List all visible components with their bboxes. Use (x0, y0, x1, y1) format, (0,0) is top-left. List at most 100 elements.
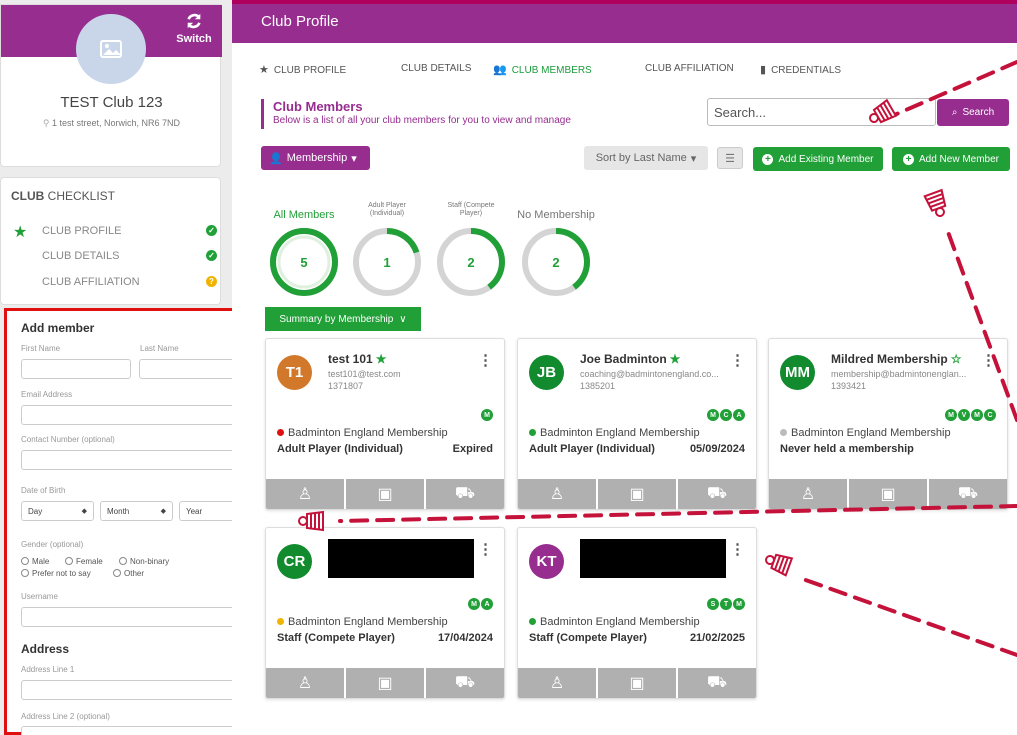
checklist-item-club-details[interactable]: CLUB DETAILS ✓ (42, 250, 217, 262)
profile-action[interactable]: ♙ (266, 479, 344, 509)
member-avatar: CR (277, 544, 312, 579)
more-options-icon[interactable]: ⋮ (478, 351, 493, 369)
member-email: coaching@badmintonengland.co... (580, 369, 719, 379)
id-card-action[interactable]: ▣ (849, 479, 927, 509)
checklist-item-club-profile[interactable]: CLUB PROFILE ✓ (42, 225, 217, 237)
address2-input[interactable] (21, 726, 249, 735)
member-name-row: test 101 ★ (328, 352, 386, 366)
gender-radio-other[interactable]: Other (113, 569, 144, 578)
more-options-icon[interactable]: ⋮ (478, 540, 493, 558)
switch-button[interactable]: Switch (172, 12, 216, 45)
gender-radio-prefer-not[interactable]: Prefer not to say (21, 569, 91, 578)
club-avatar[interactable] (76, 14, 146, 84)
membership-filter-button[interactable]: 👤 Membership ▾ (261, 146, 370, 170)
membership-type-row: Never held a membership (780, 443, 996, 455)
sort-dropdown[interactable]: Sort by Last Name ▾ (584, 146, 708, 170)
profile-action[interactable]: ♙ (769, 479, 847, 509)
cart-action[interactable]: ⛟ (929, 479, 1007, 509)
gender-radio-female[interactable]: Female (65, 557, 103, 566)
gender-radio-non-binary[interactable]: Non-binary (119, 557, 169, 566)
club-address-text: 1 test street, Norwich, NR6 7ND (52, 118, 181, 128)
id-card-action[interactable]: ▣ (346, 668, 424, 698)
membership-badge: S (707, 598, 719, 610)
profile-action[interactable]: ♙ (518, 479, 596, 509)
day-select[interactable]: Day ◆ (21, 501, 94, 521)
member-card[interactable]: CR ⋮ MA Badminton England Membership Sta… (265, 527, 505, 699)
star-icon[interactable]: ★ (670, 352, 681, 366)
address1-input[interactable] (21, 680, 249, 700)
chevron-down-icon: ◆ (160, 508, 166, 515)
member-badges: M (481, 409, 493, 421)
membership-name: Badminton England Membership (540, 427, 700, 439)
membership-date: Expired (452, 443, 493, 455)
checklist-item-club-affiliation[interactable]: CLUB AFFILIATION ? (42, 276, 217, 288)
member-avatar: MM (780, 355, 815, 390)
membership-name: Badminton England Membership (540, 616, 700, 628)
tab-club-affiliation[interactable]: CLUB AFFILIATION (645, 63, 734, 74)
cart-action[interactable]: ⛟ (678, 668, 756, 698)
summary-by-membership-button[interactable]: Summary by Membership ∨ (265, 307, 421, 331)
user-icon: 👤 (269, 152, 283, 165)
member-card[interactable]: MM Mildred Membership ☆ membership@badmin… (768, 338, 1008, 510)
member-card[interactable]: JB Joe Badminton ★ coaching@badmintonengl… (517, 338, 757, 510)
tab-label: CLUB MEMBERS (511, 65, 592, 76)
stat-donut-adult[interactable]: 1 (351, 226, 423, 298)
email-input[interactable] (21, 405, 249, 425)
id-card-action[interactable]: ▣ (346, 479, 424, 509)
user-icon: ♙ (297, 486, 313, 503)
radio-icon (21, 569, 29, 577)
id-card-action[interactable]: ▣ (598, 479, 676, 509)
cart-action[interactable]: ⛟ (426, 668, 504, 698)
stat-value-adult: 1 (383, 255, 390, 270)
cart-action[interactable]: ⛟ (426, 479, 504, 509)
member-badges: MA (468, 598, 493, 610)
check-icon: ✓ (206, 250, 217, 261)
member-card[interactable]: T1 test 101 ★ test101@test.com 1371807 ⋮ … (265, 338, 505, 510)
tab-club-members[interactable]: 👥 CLUB MEMBERS (493, 63, 592, 76)
first-name-input[interactable] (21, 359, 131, 379)
username-input[interactable] (21, 607, 249, 627)
more-options-icon[interactable]: ⋮ (730, 351, 745, 369)
gender-radio-male[interactable]: Male (21, 557, 49, 566)
membership-badge: C (720, 409, 732, 421)
star-icon[interactable]: ★ (376, 352, 387, 366)
id-card-action[interactable]: ▣ (598, 668, 676, 698)
stat-label-adult: Adult Player (Individual) (368, 202, 406, 217)
member-avatar: JB (529, 355, 564, 390)
users-icon: 👥 (493, 64, 507, 76)
cart-action[interactable]: ⛟ (678, 479, 756, 509)
status-dot (780, 429, 787, 436)
more-options-icon[interactable]: ⋮ (981, 351, 996, 369)
list-view-button[interactable]: ☰ (717, 147, 743, 169)
tab-club-details[interactable]: CLUB DETAILS (401, 63, 471, 74)
stat-donut-staff[interactable]: 2 (435, 226, 507, 298)
stat-donut-all[interactable]: 5 (268, 226, 340, 298)
section-accent (261, 99, 264, 129)
member-id: 1371807 (328, 381, 364, 391)
profile-action[interactable]: ♙ (518, 668, 596, 698)
add-existing-member-button[interactable]: + Add Existing Member (753, 147, 883, 171)
star-icon[interactable]: ☆ (951, 352, 962, 366)
month-select-value: Month (107, 507, 130, 516)
club-name: TEST Club 123 (60, 94, 163, 111)
main-panel: Club Profile ★ CLUB PROFILE CLUB DETAILS … (232, 4, 1017, 735)
member-card[interactable]: KT ⋮ STM Badminton England Membership St… (517, 527, 757, 699)
contact-input[interactable] (21, 450, 249, 470)
more-options-icon[interactable]: ⋮ (730, 540, 745, 558)
search-input[interactable]: Search... (707, 98, 936, 126)
search-button[interactable]: ⌕ Search (937, 99, 1009, 126)
check-icon: ✓ (206, 225, 217, 236)
membership-badge: M (733, 598, 745, 610)
membership-type: Staff (Compete Player) (529, 632, 647, 644)
month-select[interactable]: Month ◆ (100, 501, 173, 521)
radio-icon (113, 569, 121, 577)
stat-donut-none[interactable]: 2 (520, 226, 592, 298)
cart-icon: ⛟ (706, 674, 728, 691)
membership-badge: T (720, 598, 732, 610)
user-icon: ♙ (297, 675, 313, 692)
profile-action[interactable]: ♙ (266, 668, 344, 698)
card-actions: ♙ ▣ ⛟ (518, 668, 756, 698)
tab-club-profile[interactable]: ★ CLUB PROFILE (259, 63, 346, 76)
add-new-member-button[interactable]: + Add New Member (892, 147, 1010, 171)
tab-credentials[interactable]: ▮ CREDENTIALS (760, 63, 841, 76)
